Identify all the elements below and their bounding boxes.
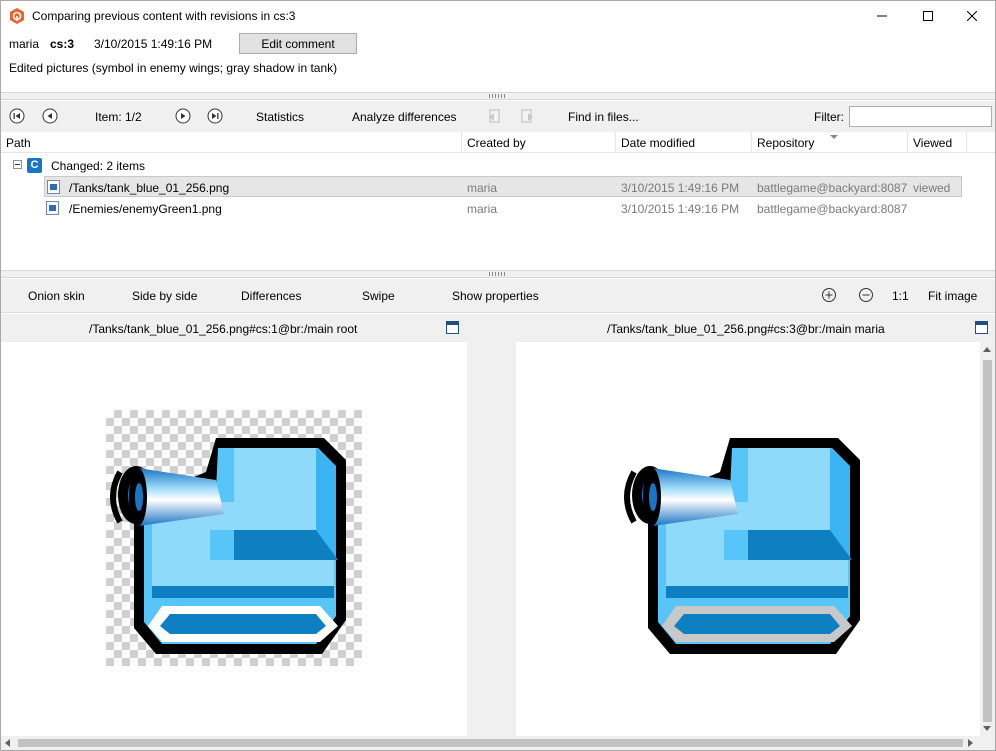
filter-input[interactable]	[849, 106, 992, 127]
find-in-files-button[interactable]: Find in files...	[568, 110, 639, 124]
changeset-date: 3/10/2015 1:49:16 PM	[94, 37, 213, 51]
plastic-scm-logo-icon	[10, 8, 24, 24]
splitter-grip-icon	[489, 272, 507, 276]
next-diff-icon[interactable]	[519, 108, 535, 124]
table-splitter[interactable]	[1, 270, 995, 278]
left-panel-header: /Tanks/tank_blue_01_256.png#cs:1@br:/mai…	[1, 314, 467, 342]
maximize-panel-icon[interactable]	[975, 321, 988, 334]
next-item-icon[interactable]	[175, 108, 191, 124]
row-created-by: maria	[467, 202, 498, 216]
window-title: Comparing previous content with revision…	[32, 9, 296, 23]
row-path: /Enemies/enemyGreen1.png	[69, 202, 222, 216]
column-date-modified[interactable]: Date modified	[616, 132, 752, 153]
diff-window: Comparing previous content with revision…	[0, 0, 996, 751]
row-repository: battlegame@backyard:8087	[757, 202, 908, 216]
scroll-left-icon[interactable]	[5, 739, 10, 747]
header-splitter[interactable]	[1, 92, 995, 100]
row-created-by: maria	[467, 181, 498, 195]
column-created-by[interactable]: Created by	[462, 132, 616, 153]
row-date: 3/10/2015 1:49:16 PM	[621, 181, 740, 195]
row-repository: battlegame@backyard:8087	[757, 181, 908, 195]
collapse-icon[interactable]	[13, 160, 22, 169]
left-panel-title: /Tanks/tank_blue_01_256.png#cs:1@br:/mai…	[89, 322, 358, 336]
minimize-button[interactable]	[859, 1, 905, 31]
image-file-icon	[46, 201, 59, 215]
splitter-grip-icon	[489, 94, 507, 98]
changeset-id: cs:3	[50, 37, 75, 51]
maximize-button[interactable]	[905, 1, 951, 31]
table-row[interactable]: /Tanks/tank_blue_01_256.png maria 3/10/2…	[44, 176, 962, 197]
group-label: Changed: 2 items	[51, 159, 146, 173]
scroll-down-icon[interactable]	[983, 726, 991, 731]
statistics-button[interactable]: Statistics	[256, 110, 304, 124]
first-item-icon[interactable]	[9, 108, 25, 124]
close-button[interactable]	[949, 1, 995, 31]
horizontal-scrollbar[interactable]	[1, 736, 980, 750]
onion-skin-button[interactable]: Onion skin	[28, 289, 85, 303]
show-properties-button[interactable]: Show properties	[452, 289, 539, 303]
side-by-side-button[interactable]: Side by side	[132, 289, 197, 303]
close-icon	[967, 11, 977, 21]
previous-item-icon[interactable]	[42, 108, 58, 124]
navigation-toolbar: Item: 1/2 Statistics Analyze differences…	[1, 101, 995, 132]
maximize-icon	[923, 11, 933, 21]
vertical-scroll-thumb[interactable]	[983, 360, 992, 722]
changed-badge: C	[27, 158, 42, 173]
previous-diff-icon[interactable]	[487, 108, 503, 124]
title-bar: Comparing previous content with revision…	[1, 1, 995, 31]
image-file-icon	[47, 180, 60, 194]
horizontal-scroll-thumb[interactable]	[18, 739, 963, 747]
row-path: /Tanks/tank_blue_01_256.png	[69, 181, 230, 195]
table-header: Path Created by Date modified Repository…	[1, 132, 995, 153]
edit-comment-button[interactable]: Edit comment	[239, 33, 357, 54]
panel-gutter	[467, 342, 516, 736]
filter-label: Filter:	[814, 110, 844, 124]
swipe-button[interactable]: Swipe	[362, 289, 395, 303]
column-path[interactable]: Path	[1, 132, 462, 153]
analyze-differences-button[interactable]: Analyze differences	[352, 110, 457, 124]
column-viewed[interactable]: Viewed	[908, 132, 967, 153]
changeset-comment: Edited pictures (symbol in enemy wings; …	[9, 61, 338, 75]
scroll-up-icon[interactable]	[983, 347, 991, 352]
last-item-icon[interactable]	[207, 108, 223, 124]
right-panel-title: /Tanks/tank_blue_01_256.png#cs:3@br:/mai…	[607, 322, 885, 336]
fit-image-button[interactable]: Fit image	[928, 289, 977, 303]
zoom-in-icon[interactable]	[821, 287, 837, 303]
row-date: 3/10/2015 1:49:16 PM	[621, 202, 740, 216]
row-viewed: viewed	[913, 181, 951, 195]
table-row[interactable]: /Enemies/enemyGreen1.png maria 3/10/2015…	[44, 198, 962, 219]
item-counter: Item: 1/2	[95, 110, 142, 124]
differences-button[interactable]: Differences	[241, 289, 301, 303]
changeset-user: maria	[9, 37, 40, 51]
diff-mode-toolbar: Onion skin Side by side Differences Swip…	[1, 279, 995, 313]
tank-image-current	[624, 438, 860, 654]
sort-descending-icon	[830, 135, 838, 139]
minimize-icon	[877, 15, 887, 17]
vertical-scrollbar[interactable]	[980, 342, 995, 736]
right-panel-header: /Tanks/tank_blue_01_256.png#cs:3@br:/mai…	[467, 314, 995, 342]
maximize-panel-icon[interactable]	[446, 321, 459, 334]
actual-size-button[interactable]: 1:1	[892, 289, 909, 303]
zoom-out-icon[interactable]	[858, 287, 874, 303]
tank-image-previous	[110, 438, 346, 654]
scroll-corner	[980, 736, 995, 750]
scroll-right-icon[interactable]	[968, 739, 973, 747]
